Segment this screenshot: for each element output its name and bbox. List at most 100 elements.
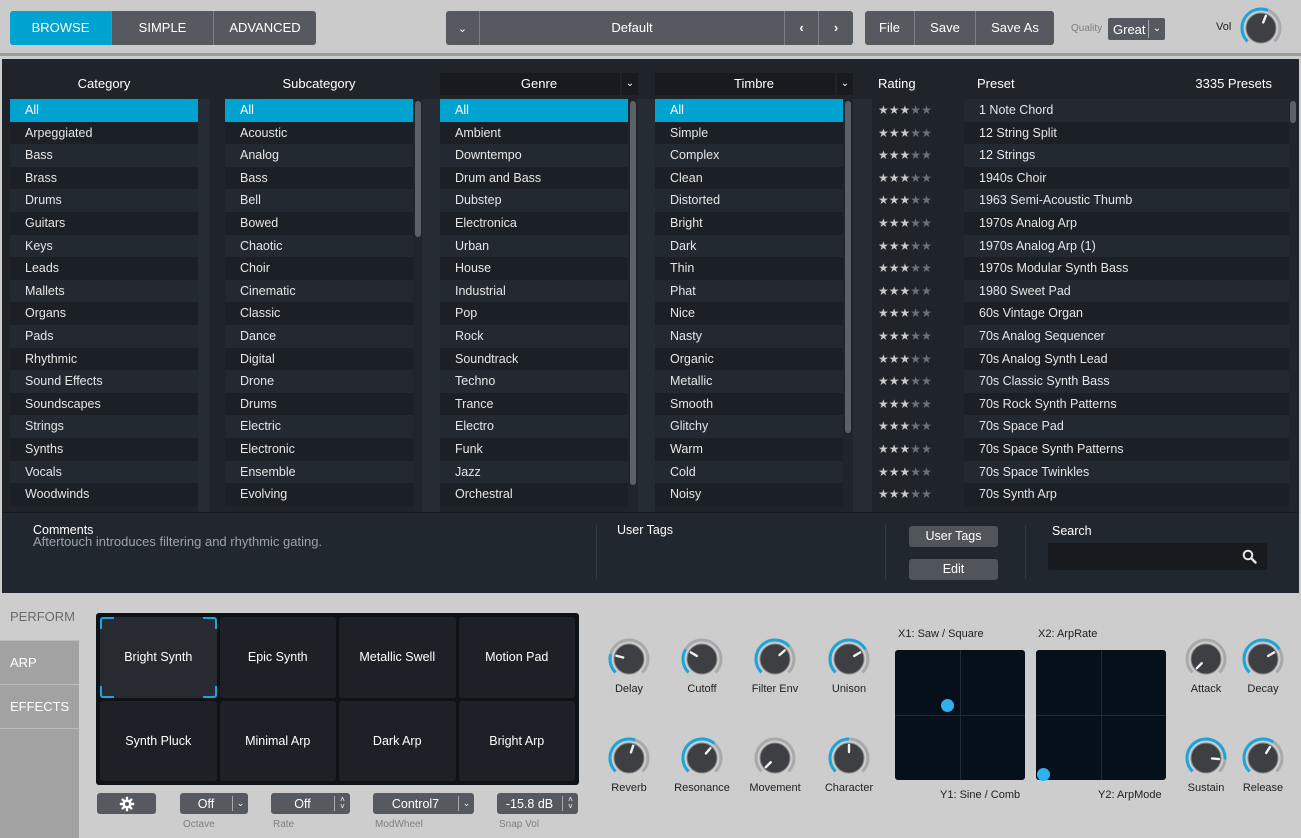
subcategory-item[interactable]: Bass <box>225 166 413 190</box>
subcategory-item[interactable]: Chaotic <box>225 234 413 258</box>
genre-item[interactable]: Funk <box>440 437 628 461</box>
timbre-item[interactable]: Thin <box>655 257 843 280</box>
category-item[interactable]: Synths <box>10 437 198 461</box>
modwheel-select[interactable]: Control7 ⌄ <box>373 793 474 814</box>
category-item[interactable]: Organs <box>10 302 198 325</box>
preset-rating[interactable]: ★★★★★ <box>872 212 960 235</box>
preset-rating[interactable]: ★★★★★ <box>872 302 960 325</box>
macro-knob[interactable] <box>679 735 725 781</box>
preset-rating[interactable]: ★★★★★ <box>872 189 960 212</box>
category-item[interactable]: Vocals <box>10 460 198 484</box>
preset-rating[interactable]: ★★★★★ <box>872 235 960 258</box>
preset-rating[interactable]: ★★★★★ <box>872 280 960 303</box>
volume-knob[interactable] <box>1238 5 1284 51</box>
macro-knob[interactable] <box>826 636 872 682</box>
preset-item[interactable]: 70s Space Twinkles <box>964 460 1290 484</box>
preset-item[interactable]: 1970s Analog Arp (1) <box>964 234 1290 258</box>
subcategory-item[interactable]: Analog <box>225 144 413 167</box>
preset-rating[interactable]: ★★★★★ <box>872 438 960 461</box>
xy-pad-1[interactable] <box>895 650 1025 780</box>
category-item[interactable]: Soundscapes <box>10 392 198 416</box>
preset-rating[interactable]: ★★★★★ <box>872 483 960 506</box>
macro-knob[interactable] <box>606 636 652 682</box>
xy-pad-1-handle[interactable] <box>941 698 954 712</box>
genre-item[interactable]: Ambient <box>440 121 628 145</box>
preset-item[interactable]: 1 Note Chord <box>964 99 1290 122</box>
preset-item[interactable]: 70s Classic Synth Bass <box>964 370 1290 393</box>
genre-item[interactable]: Soundtrack <box>440 347 628 371</box>
genre-item[interactable]: Industrial <box>440 279 628 303</box>
search-input[interactable] <box>1048 543 1267 570</box>
macro-knob[interactable] <box>606 735 652 781</box>
macro-knob[interactable] <box>679 636 725 682</box>
snapshot-pad[interactable]: Motion Pad <box>458 617 575 698</box>
category-item[interactable]: Leads <box>10 257 198 280</box>
genre-item[interactable]: Dubstep <box>440 189 628 212</box>
preset-item[interactable]: 70s Rock Synth Patterns <box>964 392 1290 416</box>
preset-item[interactable]: 70s Space Synth Patterns <box>964 437 1290 461</box>
subcategory-item[interactable]: Drums <box>225 392 413 416</box>
snapshot-pad[interactable]: Epic Synth <box>219 617 336 698</box>
scroll-thumb[interactable] <box>1290 101 1296 123</box>
previous-preset-button[interactable]: ‹ <box>785 11 819 45</box>
subcategory-scrollbar[interactable] <box>414 99 422 551</box>
preset-rating[interactable]: ★★★★★ <box>872 167 960 190</box>
quality-select[interactable]: Great ⌄ <box>1108 18 1165 40</box>
timbre-item[interactable]: Distorted <box>655 189 843 212</box>
xy-pad-2[interactable] <box>1036 650 1166 781</box>
octave-select[interactable]: Off ⌄ <box>180 793 248 814</box>
timbre-item[interactable]: All <box>655 99 843 122</box>
preset-rating[interactable]: ★★★★★ <box>872 370 960 393</box>
subcategory-item[interactable]: Ensemble <box>225 460 413 484</box>
timbre-item[interactable]: Smooth <box>655 392 843 416</box>
subcategory-item[interactable]: Dance <box>225 324 413 348</box>
xy-pad-2-handle[interactable] <box>1036 767 1050 781</box>
tab-effects[interactable]: EFFECTS <box>0 685 79 729</box>
genre-item[interactable]: Pop <box>440 302 628 325</box>
category-item[interactable]: Rhythmic <box>10 347 198 371</box>
snapshot-pad[interactable]: Synth Pluck <box>100 700 217 781</box>
save-button[interactable]: Save <box>915 11 976 45</box>
edit-button[interactable]: Edit <box>909 559 998 580</box>
timbre-item[interactable]: Warm <box>655 437 843 461</box>
preset-item[interactable]: 1963 Semi-Acoustic Thumb <box>964 189 1290 212</box>
genre-item[interactable]: Downtempo <box>440 144 628 167</box>
preset-rating[interactable]: ★★★★★ <box>872 348 960 371</box>
category-item[interactable]: Guitars <box>10 211 198 235</box>
scroll-thumb[interactable] <box>415 101 421 237</box>
next-preset-button[interactable]: › <box>819 11 853 45</box>
snapshot-pad[interactable]: Dark Arp <box>339 700 456 781</box>
timbre-item[interactable]: Dark <box>655 234 843 258</box>
preset-name-display[interactable]: Default <box>480 11 785 45</box>
tab-perform[interactable]: PERFORM <box>0 597 79 641</box>
subcategory-item[interactable]: Bowed <box>225 211 413 235</box>
timbre-scrollbar[interactable] <box>844 99 852 551</box>
preset-item[interactable]: 1940s Choir <box>964 166 1290 190</box>
tab-arp[interactable]: ARP <box>0 641 79 685</box>
save-as-button[interactable]: Save As <box>976 11 1054 45</box>
genre-item[interactable]: Drum and Bass <box>440 166 628 190</box>
genre-item[interactable]: House <box>440 257 628 280</box>
preset-item[interactable]: 12 Strings <box>964 144 1290 167</box>
preset-item[interactable]: 60s Vintage Organ <box>964 302 1290 325</box>
advanced-tab[interactable]: ADVANCED <box>214 11 316 45</box>
timbre-item[interactable]: Nice <box>655 302 843 325</box>
subcategory-item[interactable]: Classic <box>225 302 413 325</box>
genre-item[interactable]: Orchestral <box>440 483 628 506</box>
subcategory-item[interactable]: All <box>225 99 413 122</box>
preset-item[interactable]: 12 String Split <box>964 121 1290 145</box>
preset-rating[interactable]: ★★★★★ <box>872 144 960 167</box>
timbre-item[interactable]: Glitchy <box>655 415 843 438</box>
preset-menu-button[interactable]: ⌄ <box>446 11 480 45</box>
browse-tab[interactable]: BROWSE <box>10 11 112 45</box>
timbre-item[interactable]: Simple <box>655 121 843 145</box>
snapshot-pad[interactable]: Bright Synth <box>100 617 217 698</box>
category-item[interactable]: Keys <box>10 234 198 258</box>
snapshot-pad[interactable]: Minimal Arp <box>219 700 336 781</box>
category-item[interactable]: Bass <box>10 144 198 167</box>
preset-rating[interactable]: ★★★★★ <box>872 257 960 280</box>
category-item[interactable]: Woodwinds <box>10 483 198 506</box>
timbre-header-dropdown[interactable]: Timbre ⌄ <box>655 73 853 95</box>
subcategory-item[interactable]: Drone <box>225 370 413 393</box>
preset-rating[interactable]: ★★★★★ <box>872 461 960 484</box>
